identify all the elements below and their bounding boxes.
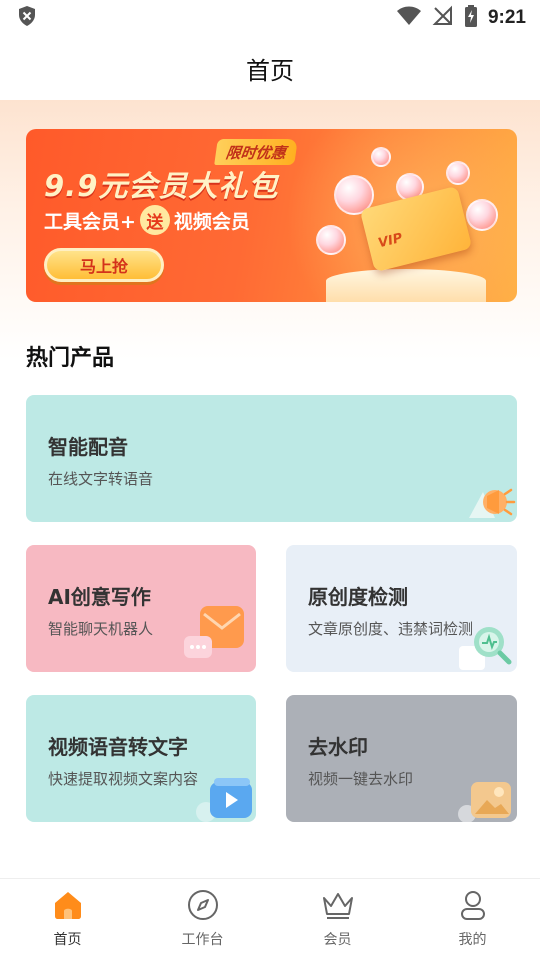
product-card-originality-check[interactable]: 原创度检测 文章原创度、违禁词检测 bbox=[286, 545, 517, 672]
card-title: 原创度检测 bbox=[308, 585, 408, 609]
status-icons: 9:21 bbox=[396, 5, 526, 31]
wifi-icon bbox=[396, 6, 422, 30]
nav-item-workbench[interactable]: 工作台 bbox=[153, 879, 253, 949]
no-signal-icon bbox=[432, 5, 454, 31]
gift-badge: 送 bbox=[139, 205, 170, 235]
app-bubble-icon bbox=[446, 161, 470, 185]
promo-banner[interactable]: VIP 限时优惠 9.9元会员大礼包 工具会员+ 送 视频会员 马上抢 bbox=[26, 129, 517, 302]
nav-label: 我的 bbox=[458, 932, 487, 948]
app-bubble-icon bbox=[316, 225, 346, 255]
app-bubble-icon bbox=[371, 147, 391, 167]
compass-icon bbox=[187, 889, 219, 925]
nav-label: 工作台 bbox=[181, 932, 224, 948]
promo-tag: 限时优惠 bbox=[214, 139, 298, 165]
section-title: 热门产品 bbox=[26, 346, 115, 371]
magnifier-check-icon bbox=[459, 624, 515, 670]
app-bubble-icon bbox=[466, 199, 498, 231]
card-title: 去水印 bbox=[308, 735, 368, 759]
app-header: 首页 bbox=[0, 36, 540, 100]
product-card-video-to-text[interactable]: 视频语音转文字 快速提取视频文案内容 bbox=[26, 695, 256, 822]
card-desc: 在线文字转语音 bbox=[48, 470, 154, 488]
nav-item-home[interactable]: 首页 bbox=[18, 879, 118, 949]
video-play-icon bbox=[196, 776, 254, 822]
nav-label: 首页 bbox=[53, 932, 82, 948]
banner-subtitle: 工具会员+ 送 视频会员 bbox=[44, 205, 250, 235]
image-icon bbox=[457, 776, 515, 822]
megaphone-icon bbox=[465, 478, 516, 518]
book-illustration bbox=[326, 269, 486, 302]
battery-charging-icon bbox=[464, 5, 478, 31]
grab-now-button[interactable]: 马上抢 bbox=[44, 248, 164, 282]
page-title: 首页 bbox=[246, 56, 294, 85]
card-title: 智能配音 bbox=[48, 435, 128, 459]
user-icon bbox=[457, 889, 489, 925]
home-icon bbox=[52, 889, 84, 925]
bottom-nav: 首页 工作台 会员 我的 bbox=[0, 878, 540, 960]
status-time: 9:21 bbox=[487, 7, 526, 28]
nav-label: 会员 bbox=[323, 932, 352, 948]
card-title: 视频语音转文字 bbox=[48, 735, 188, 759]
banner-subtitle-right: 视频会员 bbox=[173, 210, 250, 233]
nav-item-membership[interactable]: 会员 bbox=[288, 879, 388, 949]
banner-subtitle-left: 工具会员+ bbox=[44, 210, 136, 233]
banner-title: 9.9元会员大礼包 bbox=[44, 169, 279, 203]
product-card-voiceover[interactable]: 智能配音 在线文字转语音 bbox=[26, 395, 517, 522]
crown-icon bbox=[321, 889, 355, 925]
status-bar: 9:21 bbox=[0, 0, 540, 36]
shield-icon bbox=[16, 5, 38, 31]
nav-item-profile[interactable]: 我的 bbox=[423, 879, 523, 949]
mail-chat-icon bbox=[184, 602, 246, 662]
product-card-ai-writing[interactable]: AI创意写作 智能聊天机器人 bbox=[26, 545, 256, 672]
product-card-watermark-removal[interactable]: 去水印 视频一键去水印 bbox=[286, 695, 517, 822]
